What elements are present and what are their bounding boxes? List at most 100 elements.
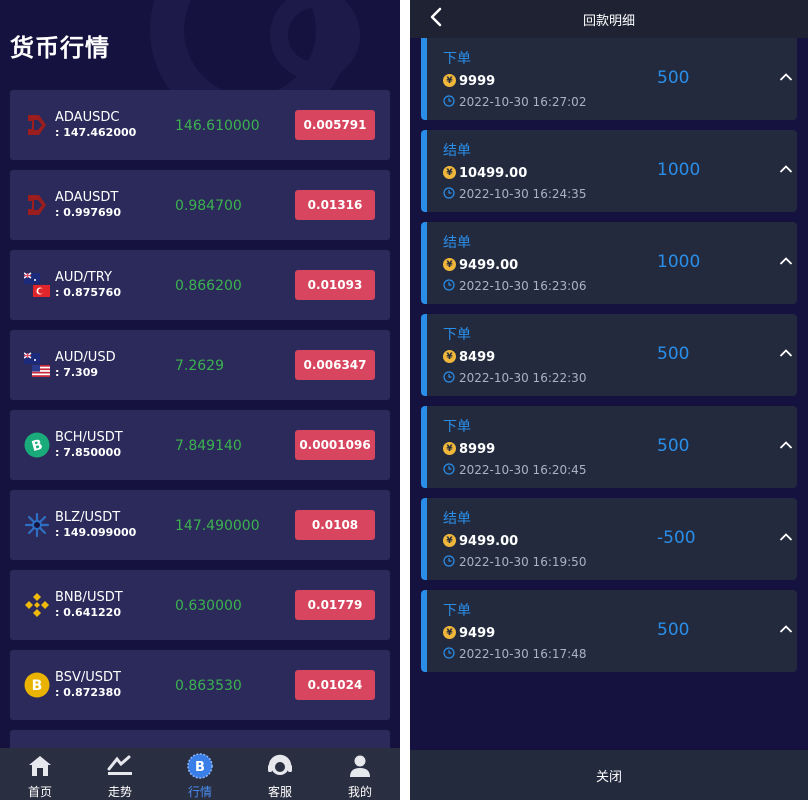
bsv-coin-icon: B [24,672,50,698]
record-type: 结单 [443,511,471,527]
change-badge[interactable]: 0.01024 [295,670,375,700]
pair-sub-price: : 149.099000 [55,526,137,539]
change-badge[interactable]: 0.0001096 [295,430,375,460]
chevron-up-icon[interactable] [777,252,795,270]
nav-profile[interactable]: 我的 [320,748,400,800]
market-row-audusd[interactable]: AUD/USD : 7.309 7.2629 0.006347 [10,330,390,400]
chevron-up-icon[interactable] [777,436,795,454]
record-amount: 9499.00 [459,534,519,549]
record-list: 下单 ¥ 9999 2022-10-30 16:27:02 500 结单 ¥ 1… [421,38,797,682]
record-type: 结单 [443,235,471,251]
record-type: 结单 [443,143,471,159]
record-type: 下单 [443,51,471,67]
svg-text:B: B [195,760,205,775]
change-badge[interactable]: 0.0108 [295,510,375,540]
page-title: 货币行情 [10,34,110,62]
change-badge[interactable]: 0.01779 [295,590,375,620]
nav-support[interactable]: 客服 [240,748,320,800]
market-row-adausdt[interactable]: ADAUSDT : 0.997690 0.984700 0.01316 [10,170,390,240]
change-badge[interactable]: 0.01093 [295,270,375,300]
pair-name: BCH/USDT [55,430,123,445]
headset-icon [267,753,293,779]
bch-coin-icon: B [24,432,50,458]
nav-market[interactable]: B 行情 [160,748,240,800]
pair-price: 0.984700 [175,198,242,214]
bottom-nav: 首页 走势 B 行情 客服 我的 [0,748,400,800]
bitcoin-icon: B [187,753,213,779]
pair-price: 7.2629 [175,358,224,374]
record-value: 500 [657,620,690,640]
chevron-up-icon[interactable] [777,344,795,362]
ada-logo-icon [24,192,50,218]
record-card[interactable]: 下单 ¥ 9499 2022-10-30 16:17:48 500 [421,590,797,672]
market-row-bchusdt[interactable]: B BCH/USDT : 7.850000 7.849140 0.0001096 [10,410,390,480]
record-time: 2022-10-30 16:17:48 [459,647,587,661]
record-value: 1000 [657,252,701,272]
nav-label: 走势 [107,785,132,799]
record-amount: 9499 [459,626,496,641]
record-value: 1000 [657,160,701,180]
pair-sub-price: : 7.309 [55,366,99,379]
chevron-up-icon[interactable] [777,68,795,86]
detail-panel: 回款明细 下单 ¥ 9999 2022-10-30 16:27:02 500 结… [410,0,808,800]
nav-label: 客服 [267,785,292,799]
record-type: 下单 [443,603,471,619]
record-card[interactable]: 下单 ¥ 8499 2022-10-30 16:22:30 500 [421,314,797,396]
nav-home[interactable]: 首页 [0,748,80,800]
pair-name: ADAUSDT [55,190,119,205]
record-time: 2022-10-30 16:19:50 [459,555,587,569]
market-row-adausdc[interactable]: ADAUSDC : 147.462000 146.610000 0.005791 [10,90,390,160]
record-card[interactable]: 下单 ¥ 8999 2022-10-30 16:20:45 500 [421,406,797,488]
nav-label: 首页 [27,785,52,799]
change-badge[interactable]: 0.01316 [295,190,375,220]
clock-icon [443,555,455,567]
pair-sub-price: : 0.641220 [55,606,121,619]
nav-label: 行情 [187,785,212,799]
user-icon [347,753,373,779]
yen-coin-icon: ¥ [443,74,456,87]
pair-price: 7.849140 [175,438,242,454]
market-row-bsvusdt[interactable]: B BSV/USDT : 0.872380 0.863530 0.01024 [10,650,390,720]
record-card[interactable]: 结单 ¥ 10499.00 2022-10-30 16:24:35 1000 [421,130,797,212]
market-row-bnbusdt[interactable]: BNB/USDT : 0.641220 0.630000 0.01779 [10,570,390,640]
clock-icon [443,647,455,659]
close-button[interactable]: 关闭 [410,750,808,800]
record-card[interactable]: 结单 ¥ 9499.00 2022-10-30 16:23:06 1000 [421,222,797,304]
record-time: 2022-10-30 16:24:35 [459,187,587,201]
change-badge[interactable]: 0.005791 [295,110,375,140]
clock-icon [443,279,455,291]
record-value: 500 [657,344,690,364]
record-card[interactable]: 下单 ¥ 9999 2022-10-30 16:27:02 500 [421,38,797,120]
pair-name: AUD/USD [55,350,116,365]
chevron-up-icon[interactable] [777,528,795,546]
ada-logo-icon [24,112,50,138]
chevron-up-icon[interactable] [777,160,795,178]
record-amount: 8999 [459,442,496,457]
pair-price: 0.630000 [175,598,242,614]
pair-name: BLZ/USDT [55,510,121,525]
record-amount: 9999 [459,74,496,89]
nav-trend[interactable]: 走势 [80,748,160,800]
pair-name: ADAUSDC [55,110,120,125]
record-time: 2022-10-30 16:20:45 [459,463,587,477]
market-panel: 货币行情 ADAUSDC : 147.462000 146.610000 0.0… [0,0,400,800]
record-card[interactable]: 结单 ¥ 9499.00 2022-10-30 16:19:50 -500 [421,498,797,580]
record-amount: 8499 [459,350,496,365]
change-badge[interactable]: 0.006347 [295,350,375,380]
background-decoration [270,0,360,80]
record-value: 500 [657,68,690,88]
close-label: 关闭 [595,769,622,785]
clock-icon [443,95,455,107]
market-row-audtry[interactable]: AUD/TRY : 0.875760 0.866200 0.01093 [10,250,390,320]
pair-name: BSV/USDT [55,670,121,685]
chevron-up-icon[interactable] [777,620,795,638]
yen-coin-icon: ¥ [443,350,456,363]
record-amount: 9499.00 [459,258,519,273]
nav-label: 我的 [347,785,372,799]
home-icon [27,753,53,779]
market-row-blzusdt[interactable]: BLZ/USDT : 149.099000 147.490000 0.0108 [10,490,390,560]
record-type: 下单 [443,327,471,343]
pair-sub-price: : 0.872380 [55,686,121,699]
detail-title: 回款明细 [582,14,635,29]
pair-price: 0.866200 [175,278,242,294]
